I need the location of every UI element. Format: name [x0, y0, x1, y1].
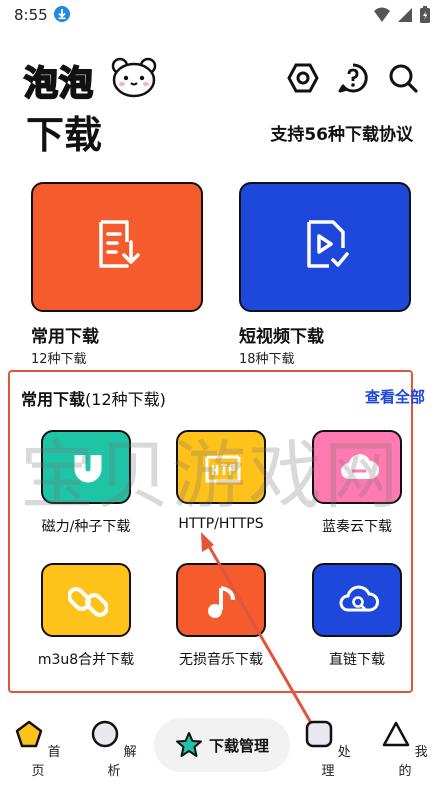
download-manager-label: 下载管理 — [208, 736, 269, 755]
pentagon-icon — [16, 720, 43, 748]
nav-parse-label: 解析 — [107, 745, 137, 779]
nav-home[interactable]: 首页 — [10, 720, 66, 779]
download-manager-button[interactable]: 下载管理 — [154, 718, 290, 772]
circle-icon — [92, 720, 119, 748]
nav-home-label: 首页 — [31, 745, 61, 779]
bottom-nav: 首页 解析 下载管理 处理 我的 — [0, 712, 443, 788]
nav-process[interactable]: 处理 — [300, 720, 356, 779]
nav-mine-label: 我的 — [398, 745, 428, 779]
triangle-icon — [383, 721, 410, 747]
star-icon — [175, 732, 202, 757]
nav-process-label: 处理 — [321, 745, 351, 779]
nav-mine[interactable]: 我的 — [377, 720, 433, 779]
nav-parse[interactable]: 解析 — [86, 720, 142, 779]
rounded-square-icon — [306, 720, 333, 748]
annotation-arrow-icon — [201, 532, 324, 743]
